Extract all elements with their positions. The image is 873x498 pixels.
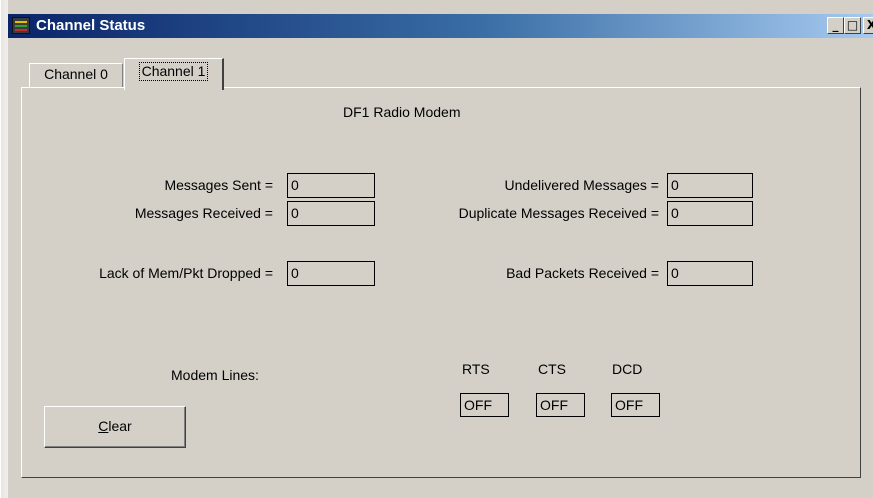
- app-icon: [12, 17, 30, 34]
- tab-label: Channel 0: [44, 66, 108, 82]
- tab-label: Channel 1: [138, 62, 209, 81]
- maximize-button[interactable]: □: [844, 17, 861, 34]
- close-button[interactable]: X: [863, 17, 873, 34]
- channel-status-window: Channel Status _ □ X Channel 0 Channel 1…: [0, 0, 873, 498]
- tab-channel-0[interactable]: Channel 0: [29, 63, 123, 87]
- window-bottom-border: [8, 480, 873, 498]
- minimize-button[interactable]: _: [827, 17, 844, 34]
- tab-panel: [21, 87, 861, 478]
- window-title: Channel Status: [36, 17, 146, 34]
- tab-channel-1[interactable]: Channel 1: [124, 58, 224, 90]
- window-left-edge: [0, 0, 8, 498]
- title-bar[interactable]: Channel Status _ □ X: [8, 14, 873, 38]
